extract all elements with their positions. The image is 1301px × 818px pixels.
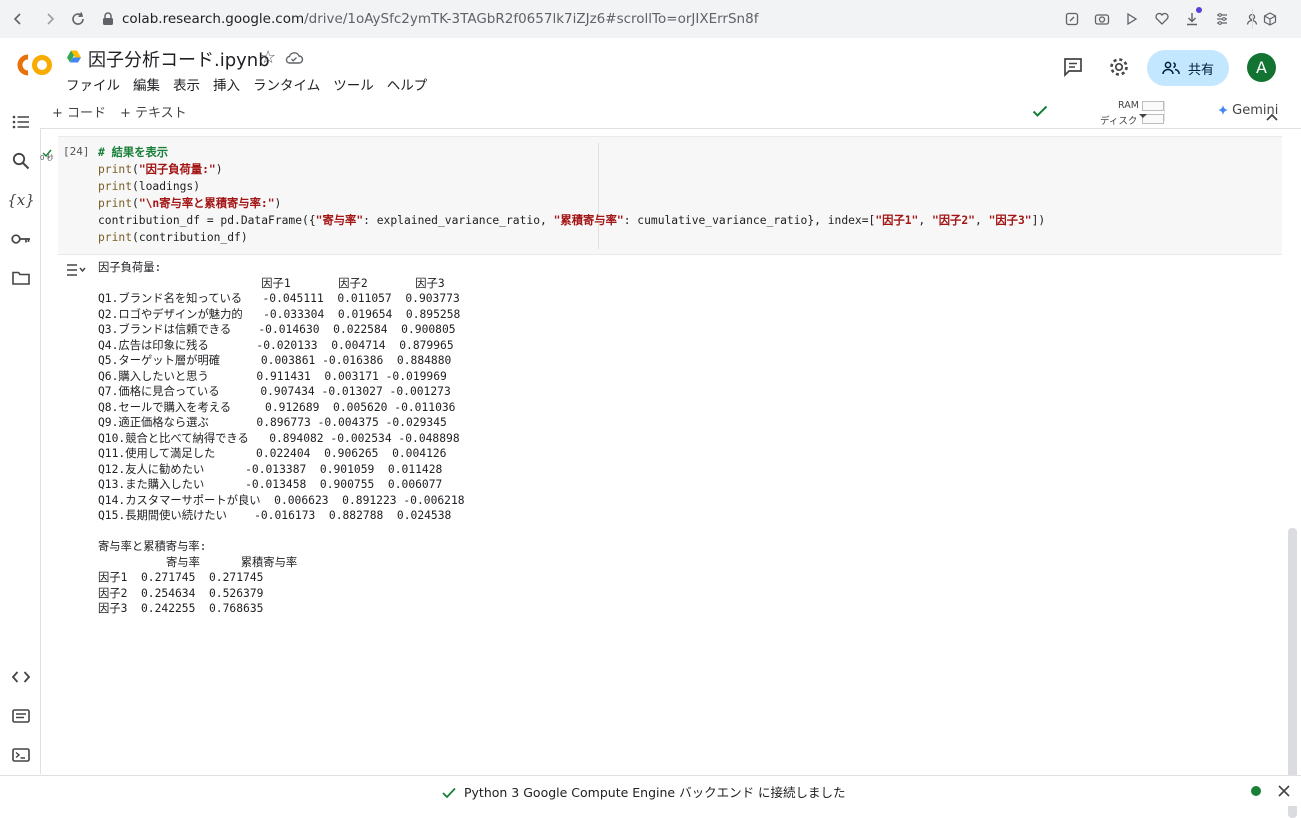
terminal-icon[interactable]	[10, 744, 32, 766]
menu-view[interactable]: 表示	[173, 74, 200, 94]
key-icon[interactable]	[10, 228, 32, 250]
cell-run-time: 0 秒	[40, 154, 54, 162]
avatar[interactable]: A	[1247, 53, 1276, 82]
connected-check-icon	[1032, 103, 1048, 122]
menu-edit[interactable]: 編集	[133, 74, 160, 94]
disk-label: ディスク	[1100, 116, 1138, 127]
notebook-toolbar: + コード + テキスト RAM ディスク Gemini	[40, 94, 1301, 129]
browser-actions	[1062, 7, 1262, 29]
connection-dot	[1251, 786, 1261, 796]
menu-file[interactable]: ファイル	[66, 74, 120, 94]
cell-output: 因子負荷量: 因子1 因子2 因子3 Q1.ブランド名を知っている -0.045…	[98, 261, 465, 615]
reload-icon[interactable]	[66, 7, 90, 31]
people-icon	[1162, 61, 1180, 75]
tune-icon[interactable]	[1212, 9, 1232, 29]
star-icon[interactable]: ☆	[260, 47, 276, 68]
command-palette-icon[interactable]	[10, 705, 32, 727]
chevron-down-icon[interactable]	[1138, 105, 1148, 124]
table-of-contents-icon[interactable]	[10, 111, 32, 133]
url-domain: colab.research.google.com	[122, 11, 305, 27]
settings-gear-icon[interactable]	[1108, 56, 1130, 78]
gemini-sparkle-icon	[1218, 105, 1228, 115]
code-cell[interactable]: [24] # 結果を表示 print("因子負荷量:") print(loadi…	[58, 136, 1282, 255]
download-icon[interactable]	[1182, 7, 1202, 29]
resource-indicator[interactable]: RAM ディスク	[1094, 98, 1168, 127]
extensions-cube-icon[interactable]	[1260, 9, 1280, 29]
colab-logo[interactable]	[14, 52, 54, 78]
code-snippets-icon[interactable]	[10, 666, 32, 688]
colab-header: 因子分析コード.ipynb ☆ ファイル 編集 表示 挿入 ランタイム ツール …	[0, 38, 1301, 94]
browser-bar: colab.research.google.com/drive/1oAySfc2…	[0, 0, 1301, 39]
back-icon[interactable]	[6, 7, 30, 31]
left-sidebar: {x}	[0, 94, 41, 774]
address-bar[interactable]: colab.research.google.com/drive/1oAySfc2…	[122, 7, 758, 31]
output-actions-icon[interactable]	[66, 262, 86, 276]
menu-runtime[interactable]: ランタイム	[253, 74, 320, 94]
share-label: 共有	[1187, 62, 1214, 78]
scrollbar[interactable]	[1285, 130, 1299, 818]
status-message: Python 3 Google Compute Engine バックエンド に接…	[464, 785, 846, 800]
cloud-saved-icon[interactable]	[284, 50, 304, 66]
play-icon[interactable]	[1122, 9, 1142, 29]
add-code-button[interactable]: + コード	[52, 102, 106, 121]
menu-bar: ファイル 編集 表示 挿入 ランタイム ツール ヘルプ	[66, 74, 427, 94]
divider	[1252, 9, 1253, 29]
status-bar: Python 3 Google Compute Engine バックエンド に接…	[0, 775, 1301, 806]
status-check-icon	[442, 784, 456, 803]
site-info-icon[interactable]	[98, 7, 118, 31]
menu-help[interactable]: ヘルプ	[387, 74, 428, 94]
folder-icon[interactable]	[10, 267, 32, 289]
comment-icon[interactable]	[1062, 56, 1084, 78]
chevron-up-icon[interactable]	[1266, 106, 1278, 125]
divider	[1164, 101, 1165, 121]
execution-count: [24]	[63, 145, 90, 158]
menu-tools[interactable]: ツール	[333, 74, 374, 94]
close-icon[interactable]	[1277, 783, 1291, 802]
menu-insert[interactable]: 挿入	[213, 74, 240, 94]
edit-icon[interactable]	[1062, 9, 1082, 29]
search-icon[interactable]	[10, 150, 32, 172]
url-path: /drive/1oAySfc2ymTK-3TAGbR2f0657lk7iZJz6…	[304, 11, 759, 27]
drive-icon	[66, 49, 82, 65]
forward-icon[interactable]	[38, 7, 62, 31]
heart-icon[interactable]	[1152, 9, 1172, 29]
ram-label: RAM	[1118, 100, 1139, 111]
code-editor[interactable]: # 結果を表示 print("因子負荷量:") print(loadings) …	[98, 144, 1045, 246]
camera-icon[interactable]	[1092, 9, 1112, 29]
notebook-title[interactable]: 因子分析コード.ipynb	[88, 46, 270, 72]
variables-icon[interactable]: {x}	[7, 189, 35, 211]
add-text-button[interactable]: + テキスト	[120, 102, 187, 121]
share-button[interactable]: 共有	[1147, 50, 1229, 86]
